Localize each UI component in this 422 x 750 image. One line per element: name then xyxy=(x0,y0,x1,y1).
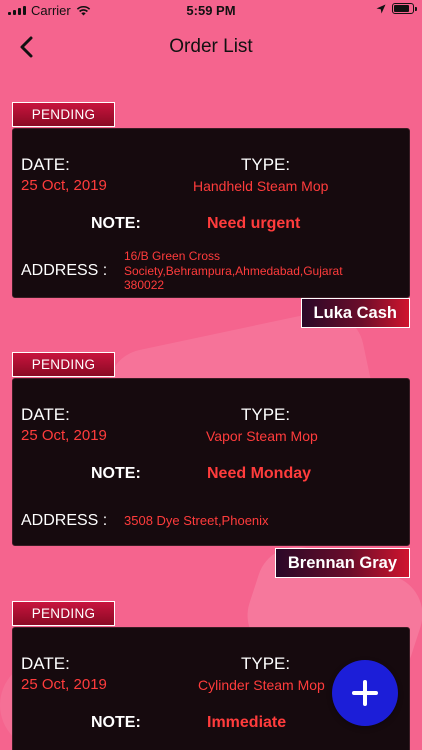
type-value: Handheld Steam Mop xyxy=(193,178,329,194)
status-badge: PENDING xyxy=(12,601,115,626)
address-label: ADDRESS : xyxy=(21,262,108,279)
date-label: DATE: xyxy=(21,654,70,673)
date-label: DATE: xyxy=(21,155,70,174)
date-value: 25 Oct, 2019 xyxy=(21,676,107,693)
date-value: 25 Oct, 2019 xyxy=(21,427,107,444)
type-value: Vapor Steam Mop xyxy=(206,428,318,444)
status-bar: Carrier 5:59 PM xyxy=(0,0,422,22)
customer-name-tag: Brennan Gray xyxy=(274,548,410,578)
note-label: NOTE: xyxy=(91,465,141,482)
date-label: DATE: xyxy=(21,405,70,424)
note-label: NOTE: xyxy=(91,714,141,731)
note-value: Need Monday xyxy=(207,465,312,482)
status-time: 5:59 PM xyxy=(186,3,236,18)
type-value: Cylinder Steam Mop xyxy=(198,677,325,693)
order-card[interactable]: DATE: 25 Oct, 2019 TYPE: Vapor Steam Mop… xyxy=(12,378,410,546)
date-value: 25 Oct, 2019 xyxy=(21,177,107,194)
navigation-bar: Order List xyxy=(0,22,422,72)
order-item[interactable]: PENDING DATE: 25 Oct, 2019 TYPE: Vapor S… xyxy=(12,352,410,578)
add-order-button[interactable] xyxy=(332,660,398,726)
type-label: TYPE: xyxy=(241,654,291,673)
address-label: ADDRESS : xyxy=(21,512,108,529)
order-card[interactable]: DATE: 25 Oct, 2019 TYPE: Handheld Steam … xyxy=(12,128,410,298)
note-value: Immediate xyxy=(207,714,287,731)
note-value: Need urgent xyxy=(207,215,301,232)
type-label: TYPE: xyxy=(241,155,291,174)
note-label: NOTE: xyxy=(91,215,141,232)
location-arrow-icon xyxy=(376,4,386,13)
type-label: TYPE: xyxy=(241,405,291,424)
status-badge: PENDING xyxy=(12,352,115,377)
status-badge: PENDING xyxy=(12,102,115,127)
address-value: 16/B Green Cross Society,Behrampura,Ahme… xyxy=(124,249,343,292)
battery-icon xyxy=(392,3,417,14)
address-value: 3508 Dye Street,Phoenix xyxy=(124,513,269,528)
order-item[interactable]: PENDING DATE: 25 Oct, 2019 TYPE: Handhel… xyxy=(12,102,410,328)
customer-name-tag: Luka Cash xyxy=(300,298,410,328)
page-title: Order List xyxy=(169,36,253,57)
